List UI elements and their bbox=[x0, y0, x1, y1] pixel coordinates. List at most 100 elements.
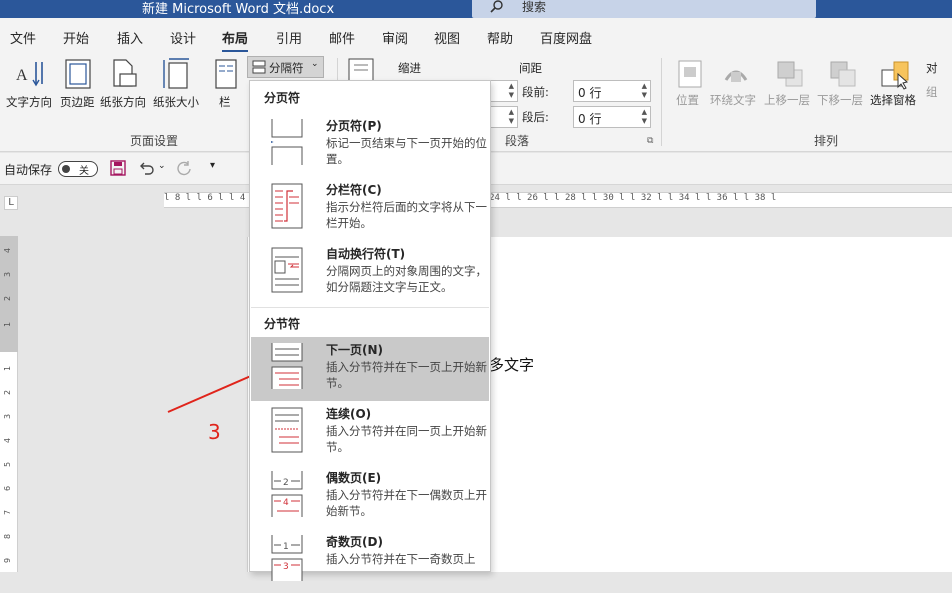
spinner-arrows-icon: ▲ ▼ bbox=[641, 82, 647, 99]
customize-toolbar-icon[interactable]: ▾ bbox=[210, 160, 215, 171]
breaks-icon bbox=[252, 60, 266, 74]
indent-left-spinner[interactable]: ▲ ▼ bbox=[490, 80, 518, 102]
breaks-dropdown-menu: 分页符 分页符(P) 标记一页结束与下一页开始的位置。 分栏符(C) 指示分栏符… bbox=[249, 80, 491, 581]
text-direction-label: 文字方向 bbox=[6, 95, 52, 109]
wrap-text-icon bbox=[724, 70, 748, 82]
selection-pane-icon bbox=[881, 61, 909, 90]
indent-right-spinner[interactable]: ▲ ▼ bbox=[490, 106, 518, 128]
vruler-tick: 5 bbox=[3, 461, 13, 468]
odd-page-desc: 插入分节符并在下一奇数页上 bbox=[326, 552, 476, 566]
spacing-after-value: 0 行 bbox=[578, 112, 602, 126]
next-page-desc: 插入分节符并在下一页上开始新节。 bbox=[326, 360, 487, 390]
tab-home[interactable]: 开始 bbox=[63, 28, 89, 47]
search-icon bbox=[490, 0, 503, 13]
send-backward-button[interactable]: 下移一层 bbox=[817, 58, 869, 124]
tab-file[interactable]: 文件 bbox=[10, 28, 36, 47]
align-button-partial[interactable]: 对 bbox=[926, 60, 938, 76]
margins-button[interactable]: 页边距 bbox=[60, 58, 100, 120]
search-label: 搜索 bbox=[522, 0, 547, 14]
autosave-state: 关 bbox=[79, 166, 89, 177]
redo-icon[interactable] bbox=[176, 160, 192, 176]
tab-selector-icon[interactable]: L bbox=[4, 196, 18, 210]
wrap-text-button[interactable]: 环绕文字 bbox=[710, 58, 762, 124]
odd-page-item[interactable]: 13 奇数页(D) 插入分节符并在下一奇数页上 bbox=[251, 529, 489, 593]
continuous-icon bbox=[271, 407, 303, 453]
vruler-tick: 2 bbox=[3, 389, 13, 396]
continuous-desc: 插入分节符并在同一页上开始新节。 bbox=[326, 424, 487, 454]
continuous-item[interactable]: 连续(O) 插入分节符并在同一页上开始新节。 bbox=[251, 401, 489, 465]
vruler-tick: 8 bbox=[3, 533, 13, 540]
tab-review[interactable]: 审阅 bbox=[382, 28, 408, 47]
columns-button[interactable]: 栏 bbox=[213, 58, 239, 120]
toggle-knob-icon bbox=[62, 165, 70, 173]
send-backward-icon bbox=[830, 61, 856, 87]
paragraph-group-label: 段落 bbox=[505, 134, 530, 148]
spinner-arrows-icon: ▲ ▼ bbox=[508, 108, 514, 125]
page-setup-group-label: 页面设置 bbox=[130, 134, 179, 148]
paper-size-label: 纸张大小 bbox=[153, 95, 199, 109]
tab-insert[interactable]: 插入 bbox=[117, 28, 143, 47]
text-direction-button[interactable]: A 文字方向 bbox=[4, 58, 56, 120]
selection-pane-button[interactable]: 选择窗格 bbox=[870, 58, 922, 124]
tab-references[interactable]: 引用 bbox=[276, 28, 302, 47]
vruler-tick: 6 bbox=[3, 485, 13, 492]
arrange-group-label: 排列 bbox=[814, 134, 839, 148]
ruler-margin-shade bbox=[0, 236, 18, 352]
search-box[interactable]: 搜索 bbox=[472, 0, 816, 18]
spacing-before-input[interactable]: 0 行 ▲ ▼ bbox=[573, 80, 651, 102]
text-wrapping-break-item[interactable]: 自动换行符(T) 分隔网页上的对象周围的文字，如分隔题注文字与正文。 bbox=[251, 241, 489, 305]
tab-mailings[interactable]: 邮件 bbox=[329, 28, 355, 47]
dialog-launcher-icon[interactable]: ⧉ bbox=[647, 136, 653, 146]
breaks-button[interactable]: 分隔符 ⌄ bbox=[247, 56, 324, 78]
spacing-before-value: 0 行 bbox=[578, 86, 602, 100]
position-button[interactable]: 位置 bbox=[676, 58, 706, 124]
spacing-after-input[interactable]: 0 行 ▲ ▼ bbox=[573, 106, 651, 128]
next-page-item[interactable]: 下一页(N) 插入分节符并在下一页上开始新节。 bbox=[251, 337, 489, 401]
bring-forward-button[interactable]: 上移一层 bbox=[764, 58, 816, 124]
undo-dropdown-icon[interactable]: ⌄ bbox=[158, 161, 166, 171]
spacing-before-label: 段前: bbox=[522, 85, 549, 99]
column-break-item[interactable]: 分栏符(C) 指示分栏符后面的文字将从下一栏开始。 bbox=[251, 177, 489, 241]
position-icon bbox=[678, 60, 702, 88]
breaks-label: 分隔符 bbox=[269, 61, 304, 75]
vruler-tick: 3 bbox=[3, 271, 13, 278]
page-break-item[interactable]: 分页符(P) 标记一页结束与下一页开始的位置。 bbox=[251, 113, 489, 177]
group-button-partial[interactable]: 组 bbox=[926, 84, 938, 100]
continuous-title: 连续(O) bbox=[326, 407, 372, 421]
save-icon[interactable] bbox=[110, 160, 126, 176]
next-page-icon bbox=[271, 343, 303, 389]
tab-layout[interactable]: 布局 bbox=[222, 28, 249, 52]
margins-icon bbox=[65, 59, 91, 89]
even-page-item[interactable]: 24 偶数页(E) 插入分节符并在下一偶数页上开始新节。 bbox=[251, 465, 489, 529]
text-direction-icon: A bbox=[16, 62, 43, 87]
spacing-label: 间距 bbox=[519, 61, 542, 75]
text-wrapping-break-title: 自动换行符(T) bbox=[326, 247, 406, 261]
paper-size-button[interactable]: 纸张大小 bbox=[153, 58, 205, 120]
menu-divider bbox=[251, 307, 489, 308]
columns-label: 栏 bbox=[219, 95, 231, 109]
text-wrapping-break-desc: 分隔网页上的对象周围的文字，如分隔题注文字与正文。 bbox=[326, 264, 487, 294]
window-title: 新建 Microsoft Word 文档.docx bbox=[142, 2, 335, 17]
svg-text:1: 1 bbox=[283, 542, 289, 552]
tab-design[interactable]: 设计 bbox=[170, 28, 196, 47]
tab-help[interactable]: 帮助 bbox=[487, 28, 513, 47]
next-page-title: 下一页(N) bbox=[326, 343, 384, 357]
vertical-ruler[interactable]: 4 3 2 1 1 2 3 4 5 6 7 8 9 bbox=[0, 236, 18, 572]
columns-icon bbox=[215, 59, 237, 89]
autosave-toggle[interactable]: 关 bbox=[58, 161, 98, 177]
tab-view[interactable]: 视图 bbox=[434, 28, 460, 47]
svg-text:4: 4 bbox=[283, 498, 289, 508]
undo-icon[interactable] bbox=[138, 160, 154, 176]
bring-forward-label: 上移一层 bbox=[764, 93, 810, 107]
tab-baidu-netdisk[interactable]: 百度网盘 bbox=[540, 28, 592, 47]
odd-page-icon: 13 bbox=[271, 535, 303, 581]
annotation-number: 3 bbox=[208, 420, 221, 444]
column-break-desc: 指示分栏符后面的文字将从下一栏开始。 bbox=[326, 200, 487, 230]
spacing-after-label: 段后: bbox=[522, 110, 549, 124]
selection-pane-label: 选择窗格 bbox=[870, 93, 916, 107]
ribbon-divider bbox=[661, 58, 662, 146]
document-text[interactable]: 多文字 bbox=[489, 354, 534, 375]
paper-size-icon bbox=[163, 58, 189, 89]
orientation-button[interactable]: 纸张方向 bbox=[100, 58, 152, 120]
ribbon-tabs: 文件 开始 插入 设计 布局 引用 邮件 审阅 视图 帮助 百度网盘 bbox=[0, 18, 952, 52]
